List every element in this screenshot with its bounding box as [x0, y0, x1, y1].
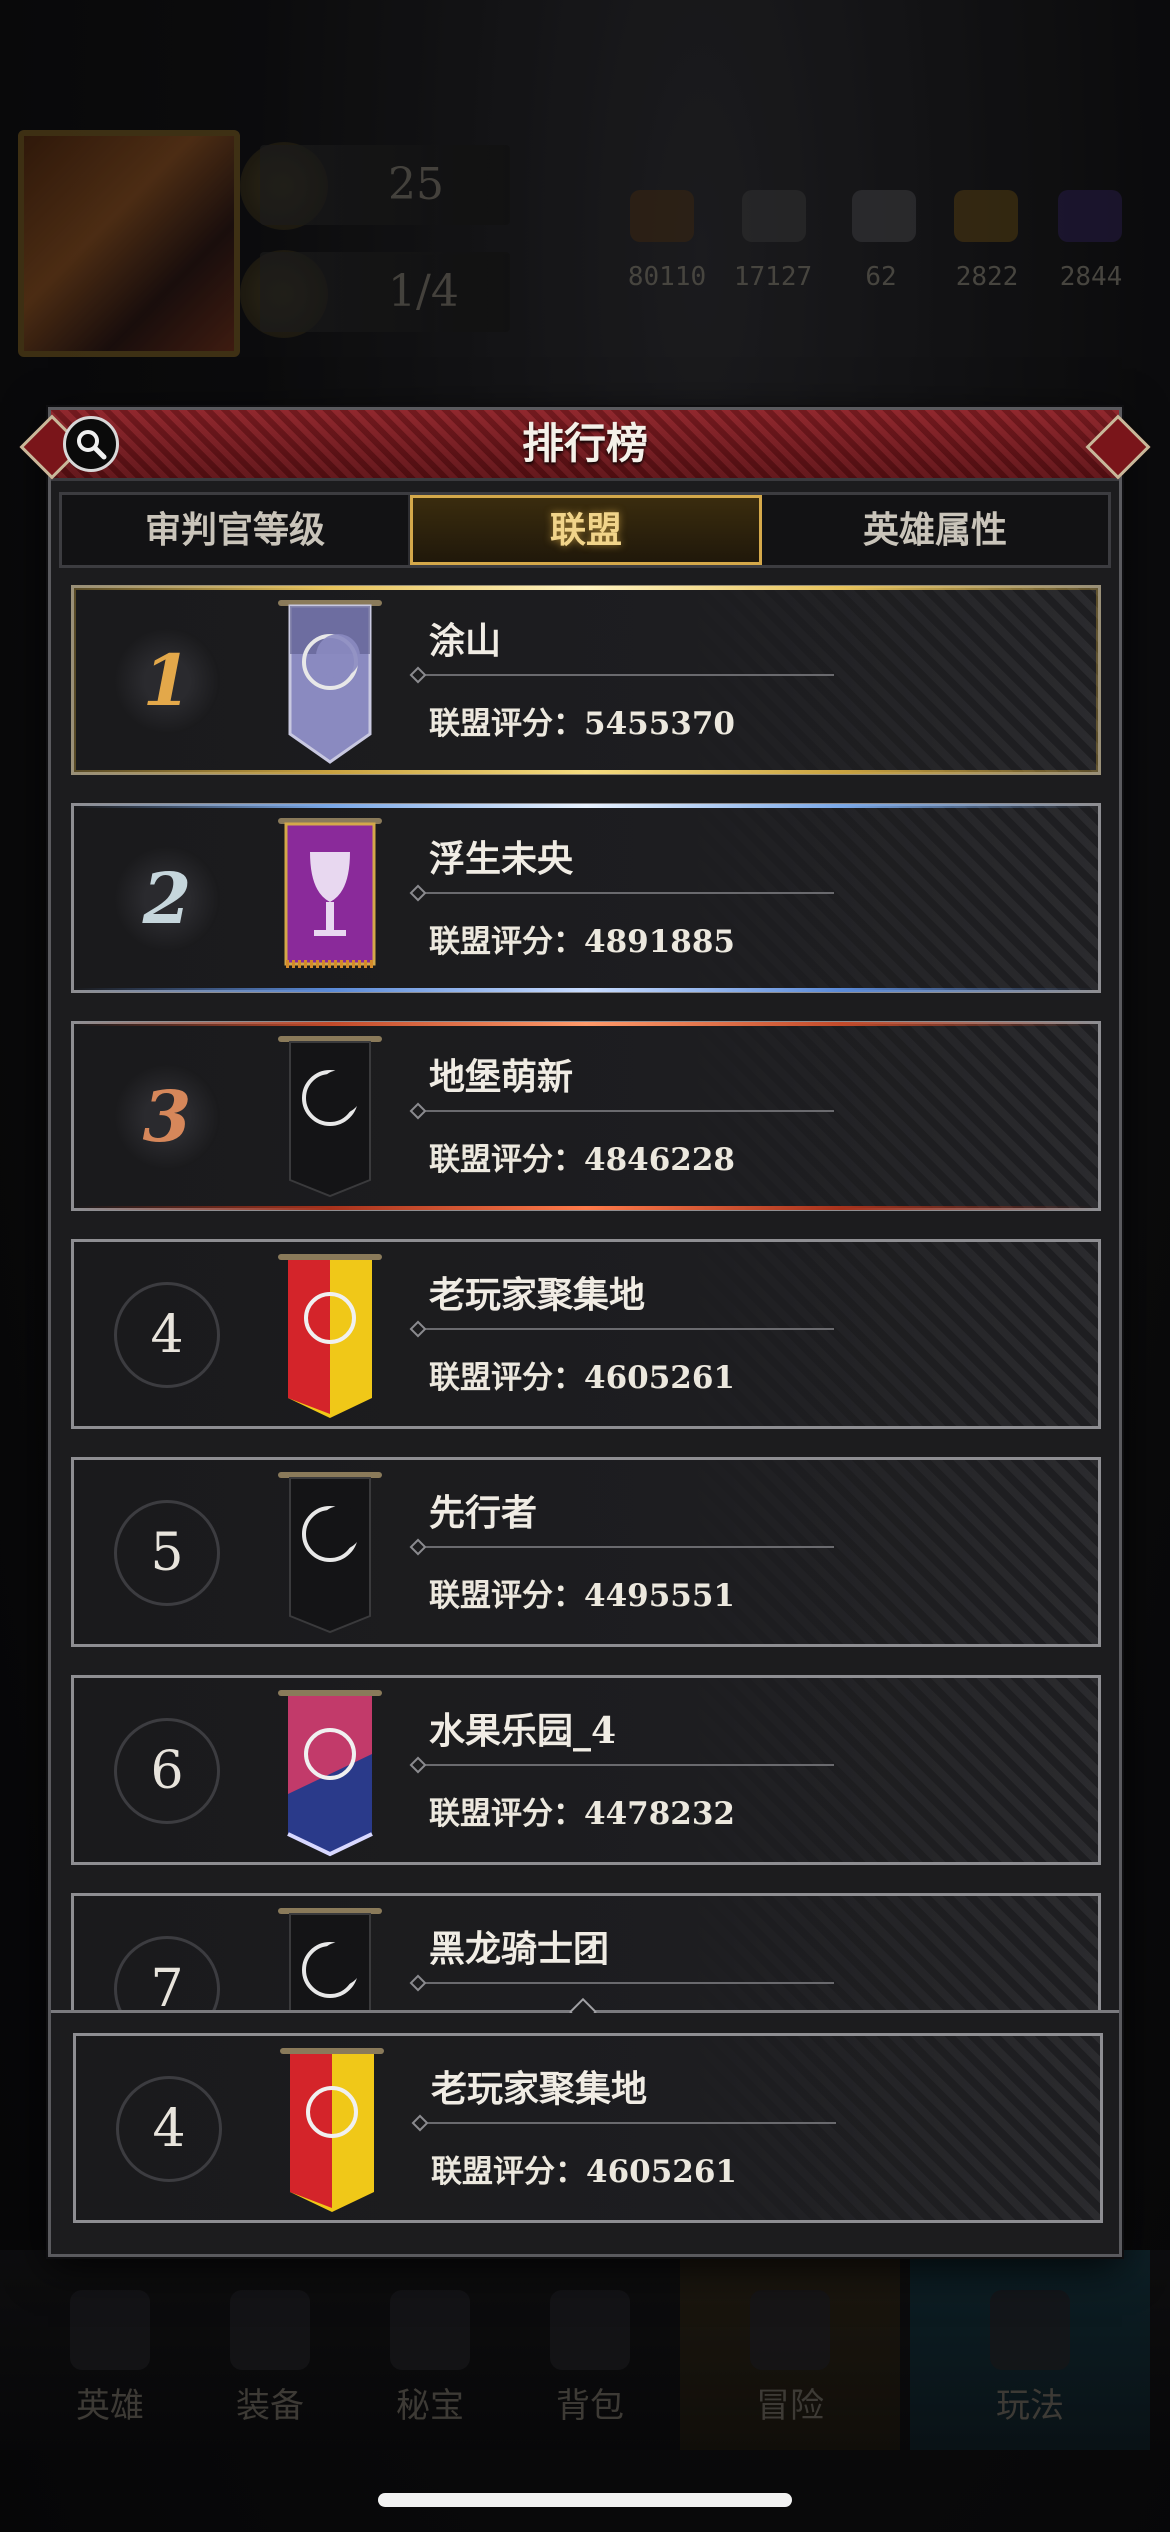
search-button[interactable]	[63, 416, 119, 472]
title-bar: 排行榜	[19, 410, 1151, 481]
row-divider	[414, 1110, 834, 1112]
alliance-name: 涂山	[429, 620, 502, 662]
leaderboard-panel: 排行榜 审判官等级 联盟 英雄属性 1 涂山 联盟评分：5455370 2 浮生未央 联盟…	[19, 407, 1151, 2257]
rank-number: 6	[150, 1741, 184, 1801]
banner-graphic	[278, 818, 382, 968]
alliance-banner-icon	[274, 1684, 386, 1860]
ranking-row[interactable]: 3 地堡萌新联盟评分：4846228	[71, 1021, 1101, 1211]
home-indicator[interactable]	[378, 2493, 792, 2507]
rank-number: 4	[152, 2099, 186, 2159]
alliance-banner-icon	[274, 1030, 386, 1206]
row-divider	[416, 2122, 836, 2124]
alliance-score: 联盟评分：4495551	[429, 1570, 735, 1615]
rank-number: 1	[142, 639, 192, 722]
score-value: 4605261	[584, 1360, 735, 1396]
rank-number: 2	[142, 857, 192, 940]
score-label: 联盟评分：	[431, 2154, 586, 2190]
rank-badge: 5	[114, 1500, 220, 1606]
banner-graphic	[278, 1254, 382, 1418]
score-value: 4891885	[584, 924, 735, 960]
rank-badge: 3	[114, 1064, 220, 1170]
score-label: 联盟评分：	[429, 706, 584, 742]
own-alliance-rank: 4 老玩家聚集地 联盟评分：4605261	[51, 2013, 1119, 2253]
alliance-score: 联盟评分：5455370	[429, 698, 735, 743]
alliance-score: 联盟评分：4478232	[429, 1788, 735, 1833]
row-divider	[414, 892, 834, 894]
search-icon	[77, 430, 107, 460]
ranking-row[interactable]: 5 先行者联盟评分：4495551	[71, 1457, 1101, 1647]
panel-title: 排行榜	[521, 419, 648, 468]
ranking-row[interactable]: 2 浮生未央联盟评分：4891885	[71, 803, 1101, 993]
alliance-name: 黑龙骑士团	[429, 1928, 610, 1970]
alliance-score: 联盟评分：4605261	[429, 1352, 735, 1397]
banner-graphic	[278, 1472, 382, 1634]
alliance-name: 浮生未央	[429, 838, 574, 880]
rank-badge: 2	[114, 846, 220, 952]
rank-number: 3	[142, 1075, 192, 1158]
row-divider	[414, 1764, 834, 1766]
alliance-score: 联盟评分：4891885	[429, 916, 735, 961]
row-divider	[414, 674, 834, 676]
alliance-banner-icon	[274, 1248, 386, 1424]
score-label: 联盟评分：	[429, 1578, 584, 1614]
rank-badge: 6	[114, 1718, 220, 1824]
banner-graphic	[278, 1036, 382, 1198]
tab-hero-attributes[interactable]: 英雄属性	[762, 495, 1108, 565]
score-value: 4495551	[584, 1578, 735, 1614]
alliance-banner-icon	[274, 594, 386, 770]
tab-alliance[interactable]: 联盟	[410, 495, 762, 565]
rank-badge: 1	[114, 628, 220, 734]
ranking-row[interactable]: 1 涂山联盟评分：5455370	[71, 585, 1101, 775]
banner-graphic	[280, 2048, 384, 2212]
rank-number: 5	[150, 1523, 184, 1583]
score-label: 联盟评分：	[429, 1360, 584, 1396]
alliance-name: 地堡萌新	[429, 1056, 574, 1098]
alliance-score: 联盟评分：4605261	[431, 2146, 737, 2191]
score-value: 5455370	[584, 706, 735, 742]
score-label: 联盟评分：	[429, 1796, 584, 1832]
alliance-name: 老玩家聚集地	[429, 1274, 646, 1316]
ranking-row[interactable]: 6 水果乐园_4 联盟评分：4478232	[71, 1675, 1101, 1865]
rank-number: 4	[150, 1305, 184, 1365]
alliance-name: 老玩家聚集地	[431, 2068, 648, 2110]
alliance-name: 先行者	[429, 1492, 538, 1534]
rank-badge: 4	[114, 1282, 220, 1388]
row-divider	[414, 1546, 834, 1548]
alliance-banner-icon	[274, 812, 386, 988]
score-value: 4605261	[586, 2154, 737, 2190]
tab-judge-level[interactable]: 审判官等级	[62, 495, 410, 565]
alliance-name: 水果乐园_4	[429, 1710, 617, 1752]
rank-badge: 4	[116, 2076, 222, 2182]
tab-bar: 审判官等级 联盟 英雄属性	[59, 492, 1111, 568]
score-value: 4478232	[584, 1796, 735, 1832]
ranking-list[interactable]: 1 涂山 联盟评分：5455370 2 浮生未央 联盟评分：4891885 3 地堡萌新 联盟评…	[71, 585, 1103, 2065]
score-label: 联盟评分：	[429, 924, 584, 960]
row-divider	[414, 1982, 834, 1984]
row-divider	[414, 1328, 834, 1330]
score-label: 联盟评分：	[429, 1142, 584, 1178]
banner-graphic	[278, 600, 382, 764]
alliance-banner-icon	[274, 1466, 386, 1642]
alliance-banner-icon	[276, 2042, 388, 2218]
score-value: 4846228	[584, 1142, 735, 1178]
banner-graphic	[278, 1690, 382, 1857]
alliance-score: 联盟评分：4846228	[429, 1134, 735, 1179]
own-rank-row[interactable]: 4 老玩家聚集地 联盟评分：4605261	[73, 2033, 1103, 2223]
ranking-row[interactable]: 4 老玩家聚集地联盟评分：4605261	[71, 1239, 1101, 1429]
